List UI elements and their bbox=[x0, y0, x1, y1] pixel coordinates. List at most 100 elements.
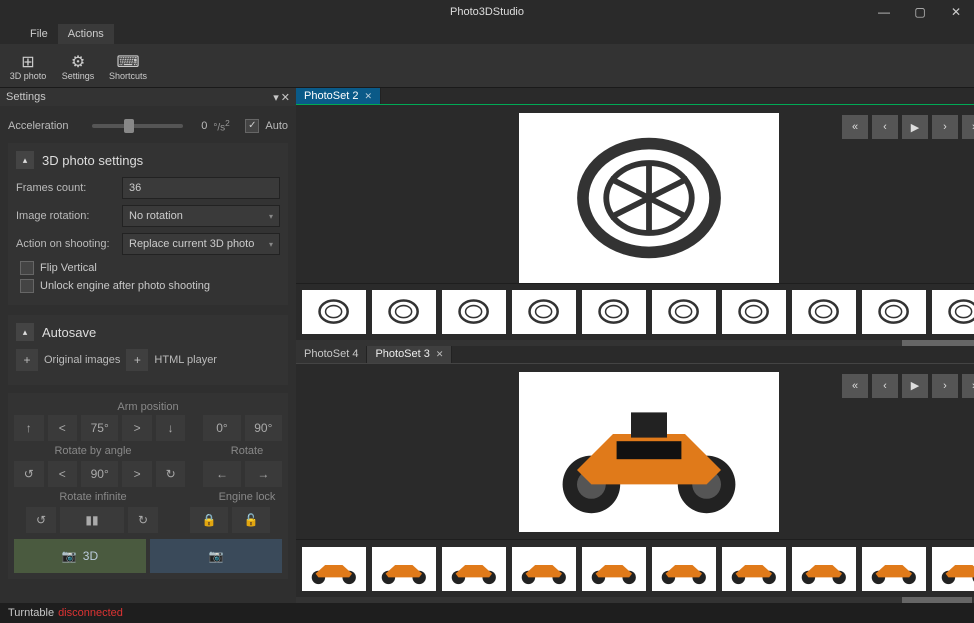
keyboard-icon: ⌨ bbox=[116, 52, 139, 72]
titlebar: Photo3DStudio — ▢ ✕ bbox=[0, 0, 974, 24]
thumb-item[interactable] bbox=[722, 290, 786, 334]
menu-file[interactable]: File bbox=[20, 24, 58, 44]
arm-right-button[interactable]: > bbox=[122, 415, 152, 441]
close-panel-icon[interactable]: ✕ bbox=[281, 91, 290, 104]
thumb-item[interactable] bbox=[722, 547, 786, 591]
nav-prev-button[interactable]: ‹ bbox=[872, 374, 898, 398]
thumb-item[interactable] bbox=[652, 547, 716, 591]
nav-last-button[interactable]: » bbox=[962, 115, 974, 139]
capture-photo-button[interactable]: 📷 bbox=[150, 539, 282, 573]
arm-ninety-button[interactable]: 90° bbox=[245, 415, 282, 441]
add-original-button[interactable]: + bbox=[16, 349, 38, 371]
close-tab-icon[interactable]: ✕ bbox=[436, 349, 444, 360]
tab-photoset2[interactable]: PhotoSet 2✕ bbox=[296, 88, 381, 104]
rot-cw-button[interactable]: ↻ bbox=[156, 461, 186, 487]
thumb-item[interactable] bbox=[372, 547, 436, 591]
top-tabstrip: PhotoSet 2✕ ▾ bbox=[296, 88, 974, 105]
unlock-engine-check[interactable] bbox=[20, 279, 34, 293]
menu-actions[interactable]: Actions bbox=[58, 24, 114, 44]
bottom-scrollbar[interactable] bbox=[296, 597, 974, 603]
maximize-button[interactable]: ▢ bbox=[902, 0, 938, 24]
tab-photoset3-label: PhotoSet 3 bbox=[375, 348, 429, 360]
thumb-item[interactable] bbox=[582, 290, 646, 334]
thumb-item[interactable] bbox=[932, 290, 974, 334]
rot-left-button[interactable]: < bbox=[48, 461, 78, 487]
thumb-item[interactable] bbox=[582, 547, 646, 591]
thumb-item[interactable] bbox=[302, 290, 366, 334]
ribbon-3d-photo[interactable]: ⊞ 3D photo bbox=[6, 48, 50, 86]
section-autosave: ▴ Autosave + Original images + HTML play… bbox=[8, 315, 288, 385]
close-tab-icon[interactable]: ✕ bbox=[364, 91, 372, 102]
settings-panel-header: Settings ▾✕ bbox=[0, 88, 296, 106]
collapse-autosave-icon[interactable]: ▴ bbox=[16, 323, 34, 341]
tab-photoset3[interactable]: PhotoSet 3 ✕ bbox=[367, 346, 452, 363]
action-shooting-select[interactable]: Replace current 3D photo▾ bbox=[122, 233, 280, 255]
thumb-item[interactable] bbox=[512, 290, 576, 334]
dropdown-icon[interactable]: ▾ bbox=[273, 91, 279, 104]
thumb-item[interactable] bbox=[862, 290, 926, 334]
thumb-item[interactable] bbox=[302, 547, 366, 591]
ribbon-shortcuts-label: Shortcuts bbox=[109, 72, 147, 82]
rotate-right-button[interactable]: → bbox=[245, 461, 282, 487]
nav-play-button[interactable]: ▶ bbox=[902, 115, 928, 139]
status-state: disconnected bbox=[58, 607, 123, 619]
accel-auto-check[interactable] bbox=[245, 119, 259, 133]
atv-image bbox=[532, 380, 766, 524]
accel-value: 0 bbox=[189, 120, 207, 132]
bottom-preview bbox=[519, 372, 779, 532]
thumb-item[interactable] bbox=[792, 547, 856, 591]
bottom-tabstrip: PhotoSet 4 PhotoSet 3✕ ▾ bbox=[296, 346, 974, 364]
thumb-item[interactable] bbox=[372, 290, 436, 334]
rotate-by-angle-title: Rotate by angle bbox=[14, 445, 172, 457]
nav-next-button[interactable]: › bbox=[932, 374, 958, 398]
nav-first-button[interactable]: « bbox=[842, 115, 868, 139]
inf-cw-button[interactable]: ↻ bbox=[128, 507, 158, 533]
engine-unlock-button[interactable]: 🔓 bbox=[232, 507, 270, 533]
nav-next-button[interactable]: › bbox=[932, 115, 958, 139]
inf-pause-button[interactable]: ▮▮ bbox=[60, 507, 124, 533]
thumb-item[interactable] bbox=[442, 547, 506, 591]
nav-play-button[interactable]: ▶ bbox=[902, 374, 928, 398]
rot-ccw-button[interactable]: ↺ bbox=[14, 461, 44, 487]
top-thumbs[interactable] bbox=[296, 283, 974, 339]
arm-zero-button[interactable]: 0° bbox=[203, 415, 240, 441]
ribbon-shortcuts[interactable]: ⌨ Shortcuts bbox=[106, 48, 150, 86]
accel-unit: °/s2 bbox=[213, 118, 239, 133]
close-button[interactable]: ✕ bbox=[938, 0, 974, 24]
ribbon-settings[interactable]: ⚙ Settings bbox=[56, 48, 100, 86]
inf-ccw-button[interactable]: ↺ bbox=[26, 507, 56, 533]
engine-lock-button[interactable]: 🔒 bbox=[190, 507, 228, 533]
arm-up-button[interactable]: ↑ bbox=[14, 415, 44, 441]
ribbon-3d-label: 3D photo bbox=[10, 72, 47, 82]
section-3d-title: 3D photo settings bbox=[42, 153, 143, 168]
thumb-item[interactable] bbox=[792, 290, 856, 334]
thumb-item[interactable] bbox=[512, 547, 576, 591]
nav-last-button[interactable]: » bbox=[962, 374, 974, 398]
thumb-item[interactable] bbox=[652, 290, 716, 334]
nav-prev-button[interactable]: ‹ bbox=[872, 115, 898, 139]
frames-count-input[interactable] bbox=[122, 177, 280, 199]
capture-3d-button[interactable]: 📷3D bbox=[14, 539, 146, 573]
arm-down-button[interactable]: ↓ bbox=[156, 415, 186, 441]
bottom-thumbs[interactable] bbox=[296, 539, 974, 597]
arm-angle-field[interactable]: 75° bbox=[81, 415, 118, 441]
rot-right-button[interactable]: > bbox=[122, 461, 152, 487]
arm-position-title: Arm position bbox=[14, 401, 282, 413]
top-viewport[interactable]: « ‹ ▶ › » bbox=[296, 105, 974, 283]
arm-left-button[interactable]: < bbox=[48, 415, 78, 441]
thumb-item[interactable] bbox=[932, 547, 974, 591]
thumb-item[interactable] bbox=[862, 547, 926, 591]
rot-angle-field[interactable]: 90° bbox=[81, 461, 118, 487]
settings-panel-title: Settings bbox=[6, 91, 46, 103]
bottom-viewport[interactable]: « ‹ ▶ › » bbox=[296, 364, 974, 540]
flip-vertical-check[interactable] bbox=[20, 261, 34, 275]
thumb-item[interactable] bbox=[442, 290, 506, 334]
image-rotation-select[interactable]: No rotation▾ bbox=[122, 205, 280, 227]
tab-photoset4[interactable]: PhotoSet 4 bbox=[296, 346, 367, 363]
nav-first-button[interactable]: « bbox=[842, 374, 868, 398]
accel-slider[interactable] bbox=[92, 124, 183, 128]
collapse-3d-icon[interactable]: ▴ bbox=[16, 151, 34, 169]
minimize-button[interactable]: — bbox=[866, 0, 902, 24]
add-html-button[interactable]: + bbox=[126, 349, 148, 371]
rotate-left-button[interactable]: ← bbox=[203, 461, 240, 487]
